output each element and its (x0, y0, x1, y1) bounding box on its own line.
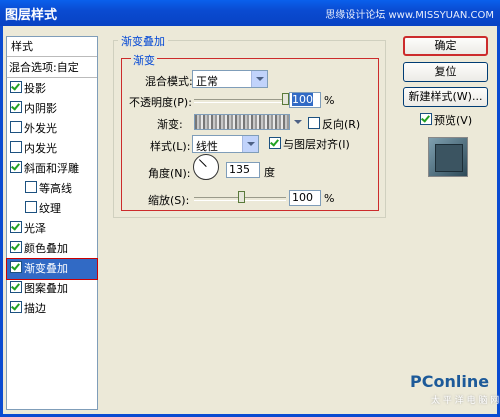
opacity-value: 100 (292, 93, 313, 106)
style-list-header[interactable]: 样式 (7, 37, 97, 57)
style-item-satin[interactable]: 光泽 (7, 219, 97, 239)
reverse-checkbox[interactable] (308, 117, 320, 129)
style-item-label: 图案叠加 (24, 282, 68, 295)
style-item-inner-shadow[interactable]: 内阴影 (7, 99, 97, 119)
checkbox-satin[interactable] (10, 221, 22, 233)
style-item-stroke[interactable]: 描边 (7, 299, 97, 319)
opacity-label: 不透明度(P): (129, 96, 192, 109)
group-title: 渐变叠加 (118, 33, 168, 49)
title-bar: 图层样式 思缘设计论坛 www.MISSYUAN.COM (0, 0, 500, 26)
preview-label: 预览(V) (434, 114, 473, 127)
align-layer-checkbox[interactable] (269, 137, 281, 149)
style-item-label: 斜面和浮雕 (24, 162, 79, 175)
scale-value: 100 (292, 191, 313, 204)
angle-label: 角度(N): (148, 167, 191, 180)
angle-dial-icon[interactable] (193, 154, 219, 180)
scale-slider-thumb[interactable] (238, 191, 245, 203)
angle-input[interactable]: 135 (226, 162, 260, 178)
style-item-pattern-overlay[interactable]: 图案叠加 (7, 279, 97, 299)
style-item-label: 内发光 (24, 142, 57, 155)
style-item-label: 等高线 (39, 182, 72, 195)
scale-unit: % (324, 192, 335, 205)
style-item-label: 颜色叠加 (24, 242, 68, 255)
chevron-down-icon[interactable] (251, 71, 267, 87)
blend-mode-value: 正常 (196, 75, 218, 88)
checkbox-contour[interactable] (25, 181, 37, 193)
style-item-label: 纹理 (39, 202, 61, 215)
style-item-label: 内阴影 (24, 102, 57, 115)
ok-button[interactable]: 确定 (403, 36, 488, 56)
checkbox-pattern-overlay[interactable] (10, 281, 22, 293)
style-item-contour[interactable]: 等高线 (7, 179, 97, 199)
style-item-drop-shadow[interactable]: 投影 (7, 79, 97, 99)
checkbox-color-overlay[interactable] (10, 241, 22, 253)
gradient-dropdown[interactable] (290, 114, 302, 130)
watermark-text: 思缘设计论坛 www.MISSYUAN.COM (325, 10, 494, 21)
blend-options-item[interactable]: 混合选项:自定 (7, 58, 97, 78)
style-list: 样式 混合选项:自定 投影 内阴影 外发光 内发光 斜面和浮雕 等高线 纹理 光… (6, 36, 98, 410)
checkbox-gradient-overlay[interactable] (10, 261, 22, 273)
new-style-button[interactable]: 新建样式(W)... (403, 87, 488, 107)
gradient-label: 渐变: (157, 118, 183, 131)
checkbox-texture[interactable] (25, 201, 37, 213)
checkbox-drop-shadow[interactable] (10, 81, 22, 93)
style-item-gradient-overlay[interactable]: 渐变叠加 (6, 258, 98, 280)
blend-mode-label: 混合模式: (145, 75, 193, 88)
style-item-label: 投影 (24, 82, 46, 95)
style-value: 线性 (196, 140, 218, 153)
style-item-label: 外发光 (24, 122, 57, 135)
pconline-logo-subtitle: 太 平 洋 电 脑 网 (431, 396, 500, 406)
reverse-label: 反向(R) (322, 118, 361, 131)
checkbox-inner-glow[interactable] (10, 141, 22, 153)
style-item-inner-glow[interactable]: 内发光 (7, 139, 97, 159)
style-item-color-overlay[interactable]: 颜色叠加 (7, 239, 97, 259)
subgroup-title: 渐变 (131, 52, 157, 68)
checkbox-stroke[interactable] (10, 301, 22, 313)
style-item-label: 描边 (24, 302, 46, 315)
pconline-logo: PConline (410, 372, 490, 391)
style-preview-thumbnail (428, 137, 468, 177)
preview-checkbox[interactable] (420, 113, 432, 125)
checkbox-outer-glow[interactable] (10, 121, 22, 133)
style-item-label: 渐变叠加 (24, 262, 68, 275)
opacity-unit: % (324, 94, 335, 107)
checkbox-inner-shadow[interactable] (10, 101, 22, 113)
style-label: 样式(L): (150, 140, 191, 153)
gradient-picker[interactable] (194, 114, 290, 130)
checkbox-bevel-emboss[interactable] (10, 161, 22, 173)
style-item-label: 光泽 (24, 222, 46, 235)
style-item-outer-glow[interactable]: 外发光 (7, 119, 97, 139)
opacity-slider-track[interactable] (194, 99, 286, 103)
blend-mode-select[interactable]: 正常 (192, 70, 268, 88)
angle-value: 135 (229, 163, 250, 176)
style-item-bevel-emboss[interactable]: 斜面和浮雕 (7, 159, 97, 179)
opacity-input[interactable]: 100 (289, 92, 321, 108)
align-layer-label: 与图层对齐(I) (283, 138, 350, 151)
window-title: 图层样式 (5, 8, 58, 23)
reset-button[interactable]: 复位 (403, 62, 488, 82)
angle-unit: 度 (264, 166, 275, 179)
chevron-down-icon[interactable] (290, 114, 302, 130)
scale-input[interactable]: 100 (289, 190, 321, 206)
style-select[interactable]: 线性 (192, 135, 259, 153)
scale-label: 缩放(S): (148, 194, 190, 207)
chevron-down-icon[interactable] (242, 136, 258, 152)
opacity-slider-thumb[interactable] (282, 93, 289, 105)
style-item-texture[interactable]: 纹理 (7, 199, 97, 219)
